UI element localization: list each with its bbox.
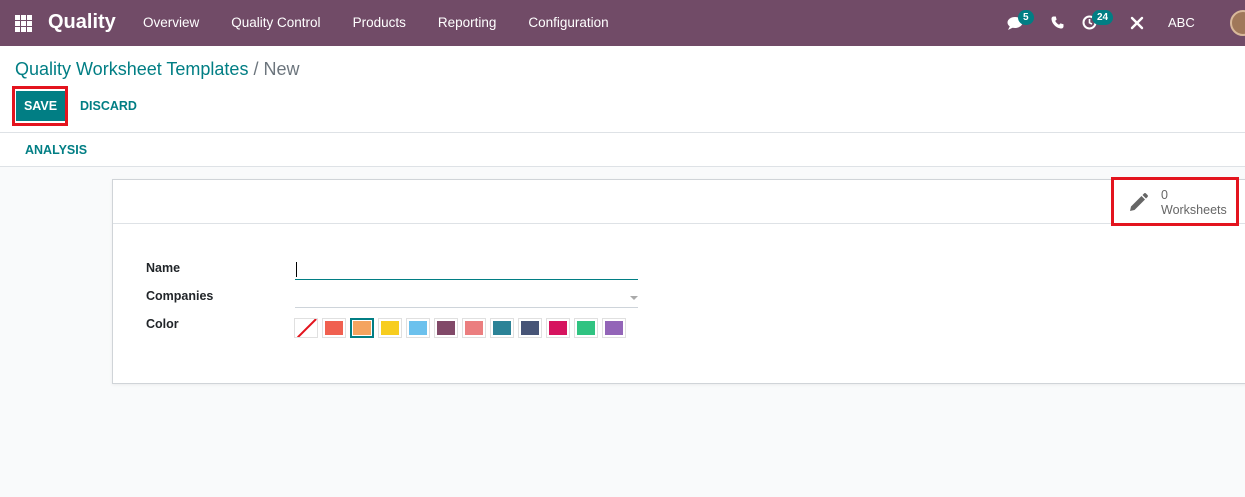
discard-button[interactable]: DISCARD — [72, 91, 145, 121]
color-picker — [294, 318, 626, 338]
color-swatch[interactable] — [490, 318, 514, 338]
user-menu[interactable]: ABC — [1168, 15, 1195, 30]
color-swatch-none[interactable] — [294, 318, 318, 338]
breadcrumb: Quality Worksheet Templates / New — [15, 59, 300, 80]
phone-icon — [1051, 16, 1064, 29]
messages-menu[interactable]: 5 — [1004, 0, 1034, 46]
status-bar: ANALYSIS — [0, 133, 1245, 167]
color-swatch-fill — [549, 321, 567, 335]
pencil-icon — [1130, 193, 1148, 211]
name-input[interactable] — [295, 258, 638, 280]
wrench-cross-icon — [1130, 16, 1144, 30]
companies-label: Companies — [146, 289, 214, 303]
phone-menu[interactable] — [1048, 0, 1068, 46]
companies-select[interactable] — [295, 286, 638, 308]
menu-configuration[interactable]: Configuration — [512, 0, 624, 46]
color-swatch-fill — [577, 321, 595, 335]
color-swatch-fill — [353, 321, 371, 335]
color-swatch-fill — [381, 321, 399, 335]
apps-menu-icon[interactable] — [15, 15, 32, 32]
text-cursor — [296, 262, 297, 277]
main-menu: Overview Quality Control Products Report… — [127, 0, 625, 46]
form-sheet: 0 Worksheets Name Companies Color — [112, 179, 1245, 384]
color-swatch[interactable] — [434, 318, 458, 338]
menu-quality-control[interactable]: Quality Control — [215, 0, 336, 46]
color-swatch[interactable] — [602, 318, 626, 338]
worksheets-count: 0 — [1161, 188, 1168, 202]
color-label: Color — [146, 317, 179, 331]
menu-products[interactable]: Products — [337, 0, 422, 46]
color-swatch[interactable] — [462, 318, 486, 338]
top-navbar: Quality Overview Quality Control Product… — [0, 0, 1245, 46]
messages-badge: 5 — [1018, 10, 1034, 25]
color-swatch[interactable] — [574, 318, 598, 338]
analysis-button[interactable]: ANALYSIS — [25, 143, 87, 157]
color-swatch-fill — [521, 321, 539, 335]
color-swatch[interactable] — [378, 318, 402, 338]
activities-badge: 24 — [1092, 10, 1114, 25]
button-box: 0 Worksheets — [113, 180, 1245, 224]
color-swatch-fill — [437, 321, 455, 335]
user-avatar[interactable] — [1230, 10, 1245, 36]
debug-menu[interactable] — [1128, 0, 1146, 46]
color-swatch-fill — [465, 321, 483, 335]
menu-overview[interactable]: Overview — [127, 0, 215, 46]
menu-reporting[interactable]: Reporting — [422, 0, 513, 46]
color-swatch[interactable] — [350, 318, 374, 338]
color-swatch[interactable] — [322, 318, 346, 338]
name-label: Name — [146, 261, 181, 275]
color-swatch-fill — [605, 321, 623, 335]
color-swatch[interactable] — [518, 318, 542, 338]
worksheets-label: Worksheets — [1161, 203, 1227, 217]
color-swatch-fill — [409, 321, 427, 335]
dropdown-caret-icon — [630, 296, 638, 300]
breadcrumb-separator: / — [253, 59, 259, 79]
color-swatch-fill — [493, 321, 511, 335]
breadcrumb-parent[interactable]: Quality Worksheet Templates — [15, 59, 248, 79]
breadcrumb-current: New — [263, 59, 300, 79]
control-panel: Quality Worksheet Templates / New SAVE D… — [0, 46, 1245, 133]
color-swatch[interactable] — [406, 318, 430, 338]
activities-menu[interactable]: 24 — [1080, 0, 1116, 46]
color-swatch[interactable] — [546, 318, 570, 338]
worksheets-stat-button[interactable]: 0 Worksheets — [1117, 180, 1235, 224]
app-brand[interactable]: Quality — [48, 11, 116, 34]
save-button[interactable]: SAVE — [16, 91, 65, 121]
color-swatch-fill — [325, 321, 343, 335]
